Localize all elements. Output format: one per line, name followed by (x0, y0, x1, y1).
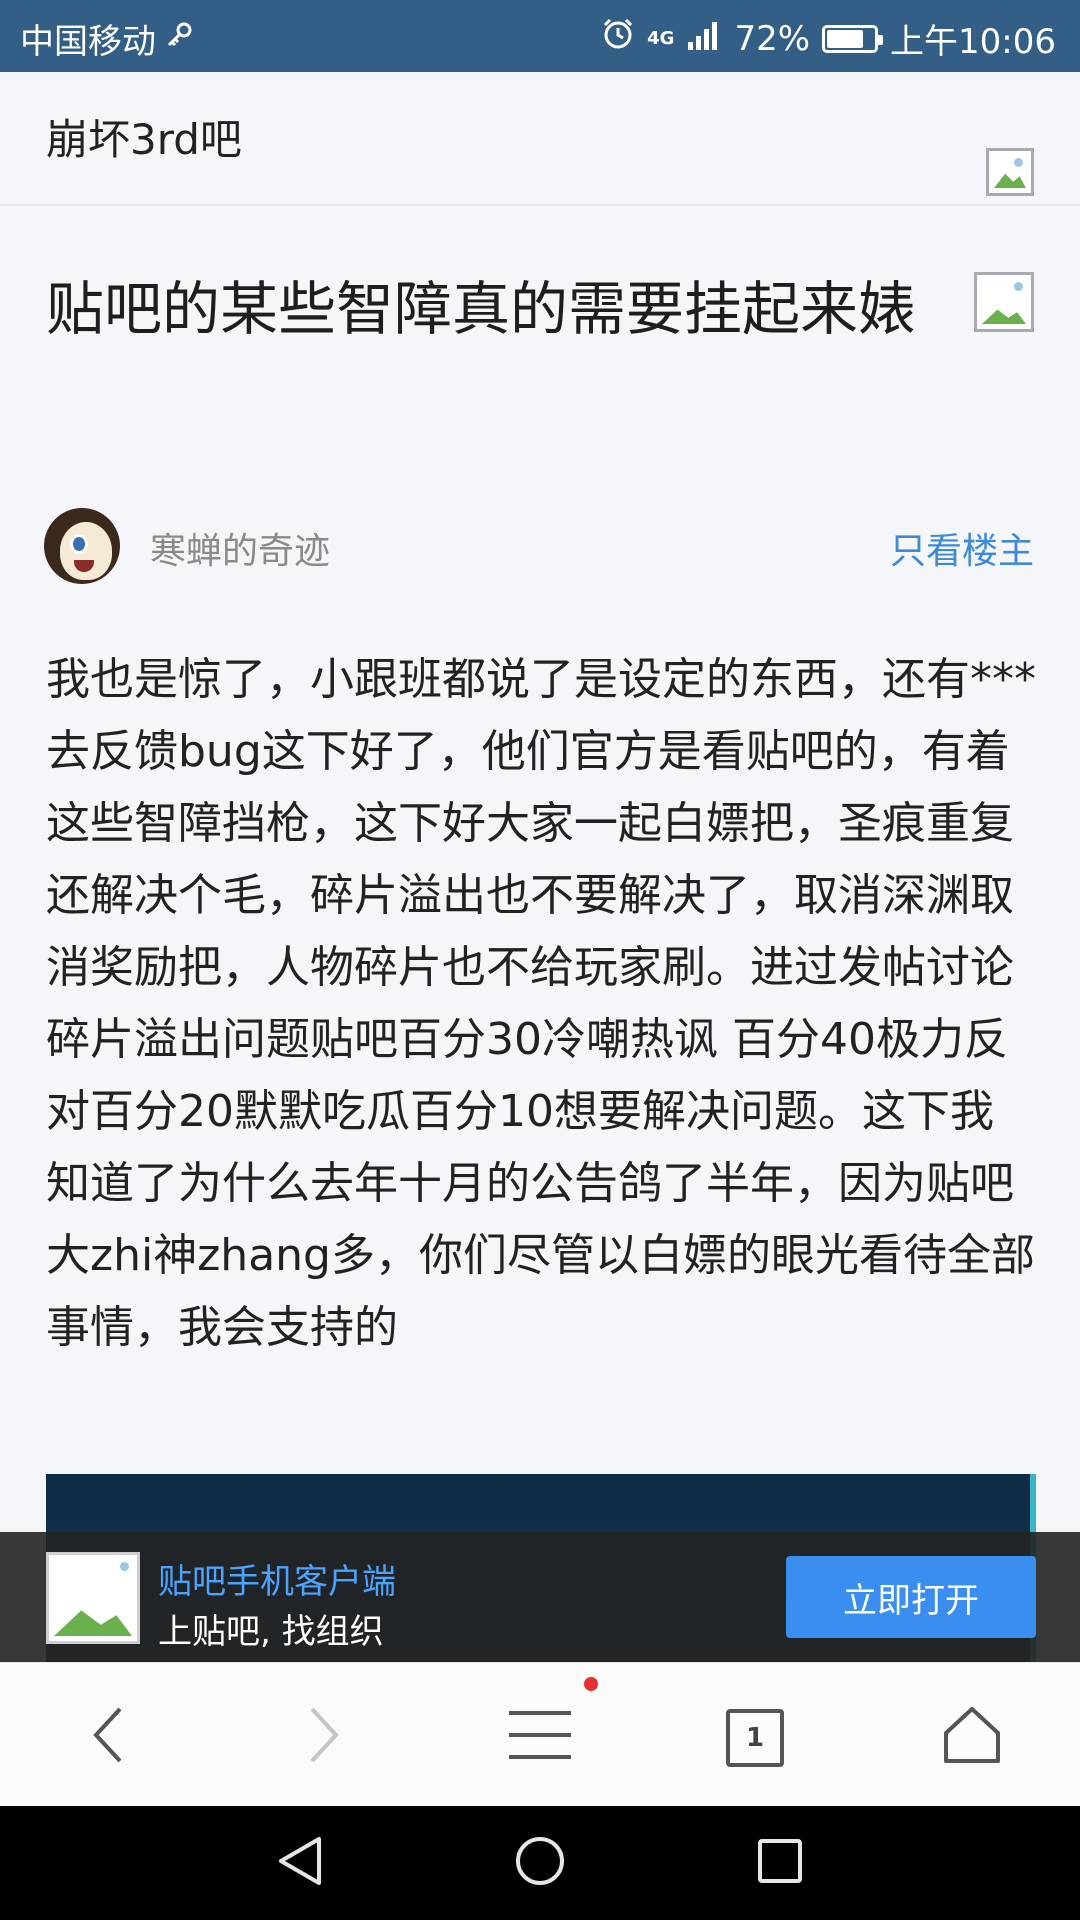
app-logo-icon (46, 1552, 140, 1644)
menu-icon (507, 1709, 573, 1761)
alarm-icon (601, 17, 635, 60)
app-slogan: 上贴吧, 找组织 (158, 1612, 384, 1652)
carrier-group: 中国移动 (20, 14, 194, 63)
avatar-eye (70, 534, 88, 554)
app-name: 贴吧手机客户端 (158, 1562, 396, 1602)
network-type: 4G (647, 27, 675, 49)
menu-button[interactable] (432, 1663, 648, 1807)
notification-dot (584, 1677, 598, 1691)
author-avatar[interactable] (44, 508, 120, 584)
nav-home-button[interactable] (440, 1806, 640, 1920)
system-nav-bar (0, 1806, 1080, 1920)
header-image-icon[interactable] (986, 148, 1034, 196)
only-op-button[interactable]: 只看楼主 (890, 522, 1034, 574)
open-app-button[interactable]: 立即打开 (786, 1556, 1036, 1638)
forum-header: 崩坏3rd吧 (0, 72, 1080, 206)
back-icon (88, 1705, 128, 1765)
forum-name-link[interactable]: 崩坏3rd吧 (46, 106, 242, 167)
share-image-icon[interactable] (974, 272, 1034, 332)
battery-icon (822, 24, 884, 53)
app-promo-banner[interactable]: 贴吧手机客户端 上贴吧, 找组织 立即打开 (0, 1532, 1080, 1662)
nav-back-button[interactable] (200, 1806, 400, 1920)
post-title: 贴吧的某些智障真的需要挂起来婊 (46, 275, 917, 343)
nav-home-icon (514, 1835, 566, 1891)
browser-toolbar: 1 (0, 1662, 1080, 1806)
signal-icon (686, 19, 722, 59)
nav-recents-button[interactable] (680, 1806, 880, 1920)
forward-button[interactable] (216, 1663, 432, 1807)
battery-percent: 72% (734, 18, 811, 59)
status-right-group: 4G 72% 上午10:06 (601, 14, 1056, 63)
post-body: 我也是惊了，小跟班都说了是设定的东西，还有***去反馈bug这下好了，他们官方是… (46, 654, 1036, 1353)
home-icon (942, 1705, 1002, 1765)
carrier-name: 中国移动 (20, 22, 156, 62)
status-bar: 中国移动 4G 72% 上午10:06 (0, 0, 1080, 72)
nav-recents-icon (757, 1838, 803, 1888)
key-icon (164, 19, 194, 59)
forward-icon (304, 1705, 344, 1765)
clock: 上午10:06 (890, 22, 1056, 62)
back-button[interactable] (0, 1663, 216, 1807)
tabs-icon[interactable]: 1 (726, 1709, 784, 1767)
author-name[interactable]: 寒蝉的奇迹 (150, 522, 330, 574)
nav-back-icon (275, 1835, 325, 1891)
battery-fill (827, 29, 864, 48)
home-button[interactable] (864, 1663, 1080, 1807)
